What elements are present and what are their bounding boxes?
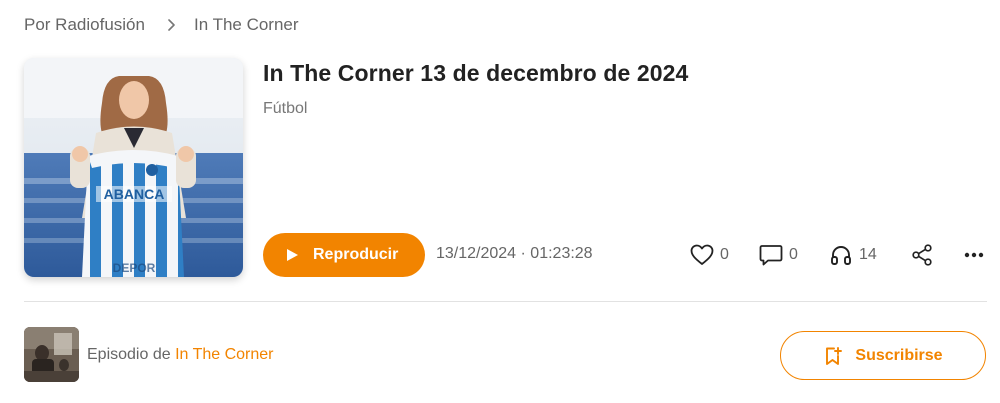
- play-icon: [285, 248, 299, 262]
- cover-jersey-text: ABANCA: [104, 186, 165, 202]
- podcast-link[interactable]: In The Corner: [175, 346, 273, 363]
- bookmark-add-icon: [823, 346, 843, 366]
- more-options-button[interactable]: [962, 243, 986, 267]
- more-icon: [964, 252, 984, 258]
- episode-date-duration: 13/12/2024 · 01:23:28: [436, 245, 593, 262]
- heart-icon: [690, 243, 714, 267]
- episode-cover-image: ABANCA DEPOR: [24, 58, 243, 277]
- comment-icon: [759, 243, 783, 267]
- episode-title: In The Corner 13 de decembro de 2024: [263, 60, 689, 86]
- listens-stat: 14: [829, 241, 877, 269]
- podcast-thumbnail[interactable]: [24, 327, 79, 382]
- cover-banner-text: DEPOR: [113, 261, 156, 275]
- comments-count: 0: [789, 246, 798, 263]
- likes-count: 0: [720, 246, 729, 263]
- listens-count: 14: [859, 246, 877, 263]
- like-button[interactable]: 0: [690, 241, 729, 269]
- play-button[interactable]: Reproducir: [263, 233, 425, 277]
- subscribe-label: Suscribirse: [855, 346, 943, 364]
- episode-of-prefix: Episodio de: [87, 346, 171, 363]
- comment-button[interactable]: 0: [759, 241, 798, 269]
- breadcrumb: Por Radiofusión In The Corner: [24, 14, 299, 36]
- share-button[interactable]: [910, 243, 934, 267]
- chevron-right-icon: [167, 19, 176, 31]
- episode-of-text: Episodio de In The Corner: [87, 346, 274, 364]
- episode-category[interactable]: Fútbol: [263, 100, 307, 118]
- subscribe-button[interactable]: Suscribirse: [780, 331, 986, 380]
- breadcrumb-item-in-the-corner[interactable]: In The Corner: [194, 15, 299, 35]
- headphones-icon: [829, 243, 853, 267]
- breadcrumb-item-radiofusion[interactable]: Por Radiofusión: [24, 15, 145, 35]
- section-divider: [24, 301, 987, 302]
- share-icon: [911, 244, 933, 266]
- play-button-label: Reproducir: [313, 246, 399, 263]
